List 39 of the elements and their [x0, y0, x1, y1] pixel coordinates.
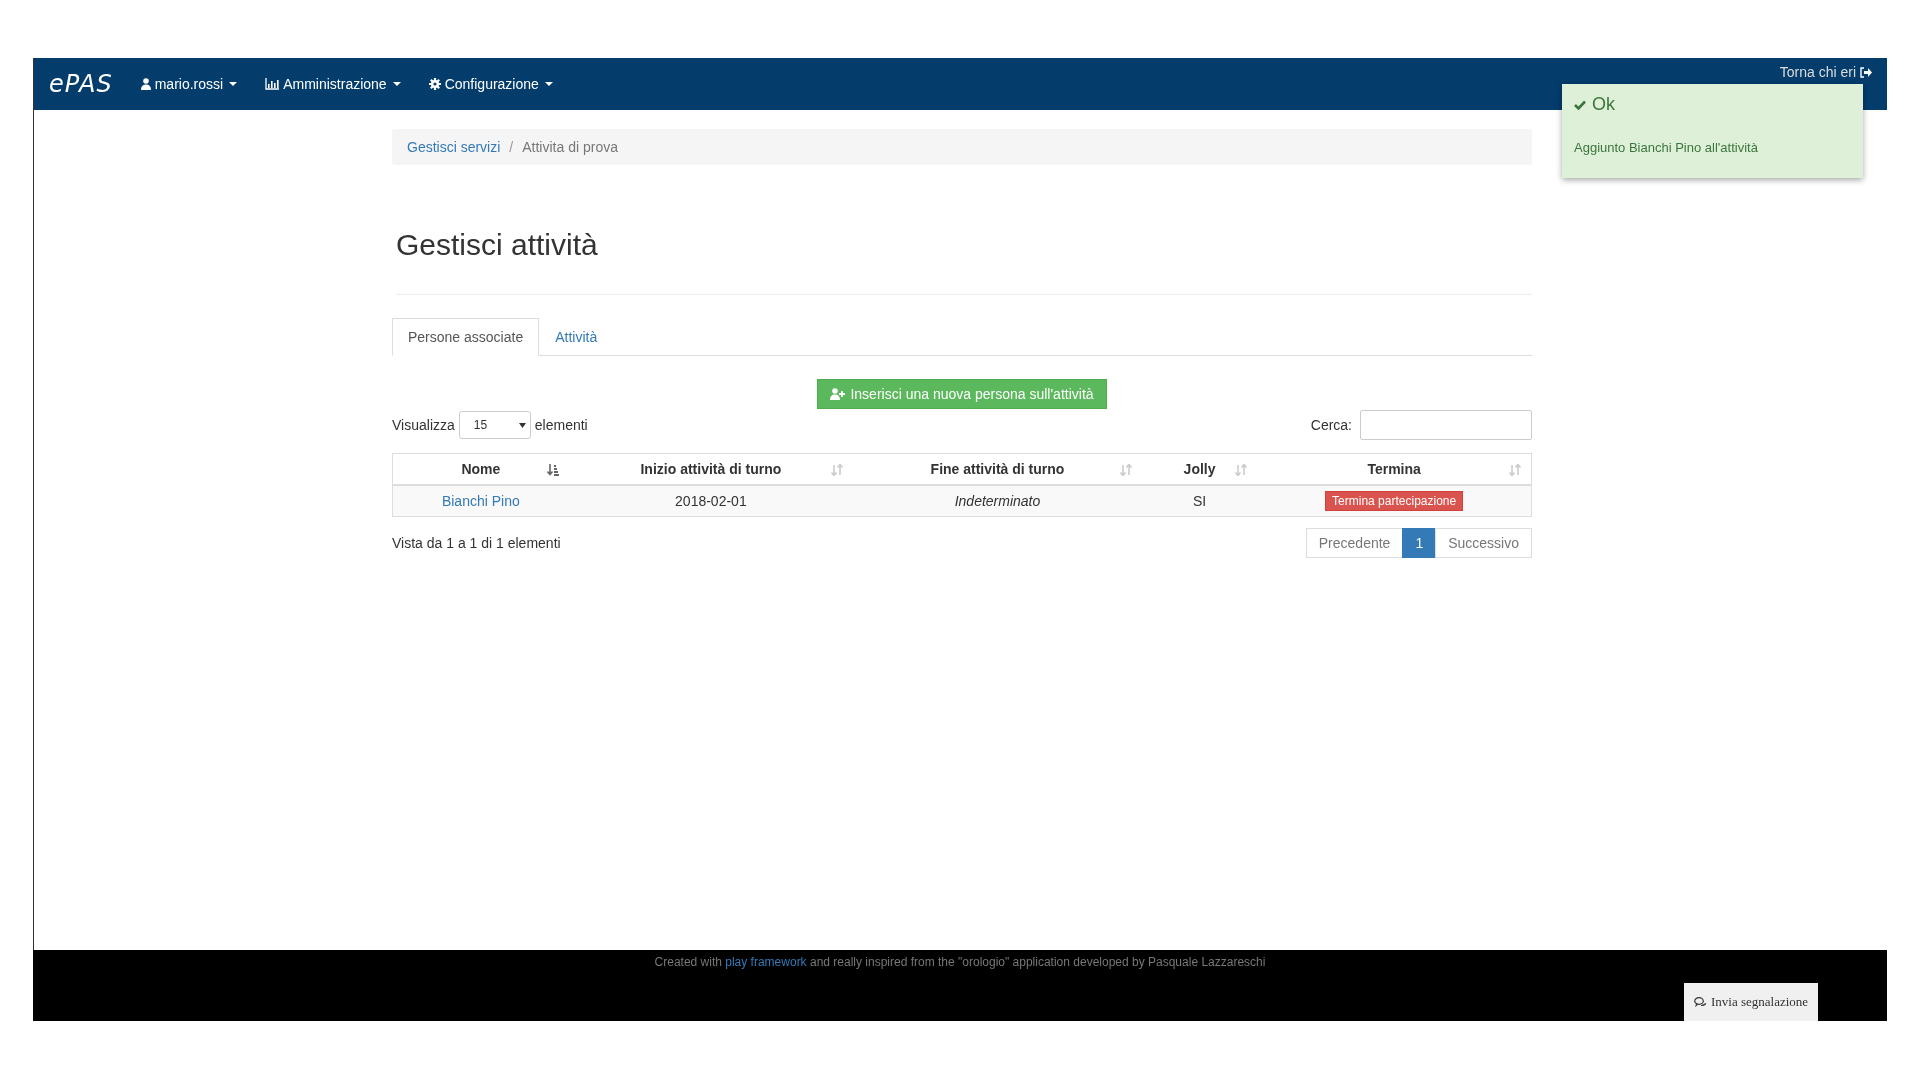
notification-message: Aggiunto Bianchi Pino all'attività	[1574, 140, 1759, 155]
gear-icon	[428, 78, 441, 90]
footer-text: Created with play framework and really inspired from the "orologio" application developed by Pasquale Lazzareschi	[653, 954, 1267, 969]
caret-icon	[518, 423, 526, 428]
table-info: Vista da 1 a 1 di 1 elementi	[392, 535, 561, 551]
table-cell: Indeterminato	[853, 485, 1142, 517]
user-icon	[140, 78, 151, 90]
page-title: Gestisci attività	[396, 228, 1532, 295]
breadcrumb-separator: /	[509, 139, 514, 155]
caret-icon	[229, 82, 238, 86]
table-cell: 2018-02-01	[568, 485, 854, 517]
check-icon	[1574, 99, 1586, 110]
notification-title: Ok	[1592, 94, 1615, 115]
search-field[interactable]	[1360, 410, 1532, 440]
pagination-button[interactable]: Successivo	[1435, 528, 1532, 558]
length-label: Visualizza	[392, 417, 455, 433]
nav-menu[interactable]: Amministrazione	[265, 76, 401, 92]
breadcrumb-link[interactable]: Gestisci servizi	[407, 139, 501, 155]
brand-logo[interactable]: ePAS	[49, 70, 113, 98]
search-label: Cerca:	[1310, 417, 1352, 433]
end-participation-button[interactable]: Termina partecipazione	[1325, 491, 1464, 511]
add-user-icon	[830, 388, 846, 400]
chat-icon	[1694, 996, 1707, 1008]
nav-link[interactable]: Torna chi eri	[1779, 64, 1856, 80]
report-button[interactable]: Invia segnalazione	[1684, 983, 1819, 1021]
length-label: elementi	[534, 417, 588, 433]
sign-out-icon	[1860, 67, 1872, 78]
framework-link[interactable]: play framework	[725, 955, 807, 969]
page-size-select[interactable]: 15	[458, 411, 531, 439]
tab[interactable]: Persone associate	[392, 318, 540, 356]
tab[interactable]: Attività	[539, 318, 614, 356]
nav-menu[interactable]: mario.rossi	[140, 76, 238, 92]
current-page-label: Attivita di prova	[522, 139, 618, 155]
caret-icon	[392, 82, 401, 86]
bar-chart-icon	[265, 78, 280, 90]
nav-menu[interactable]: Configurazione	[428, 76, 553, 92]
caret-icon	[544, 82, 553, 86]
pagination-button[interactable]: 1	[1402, 528, 1437, 558]
table-cell: SI	[1141, 485, 1258, 517]
